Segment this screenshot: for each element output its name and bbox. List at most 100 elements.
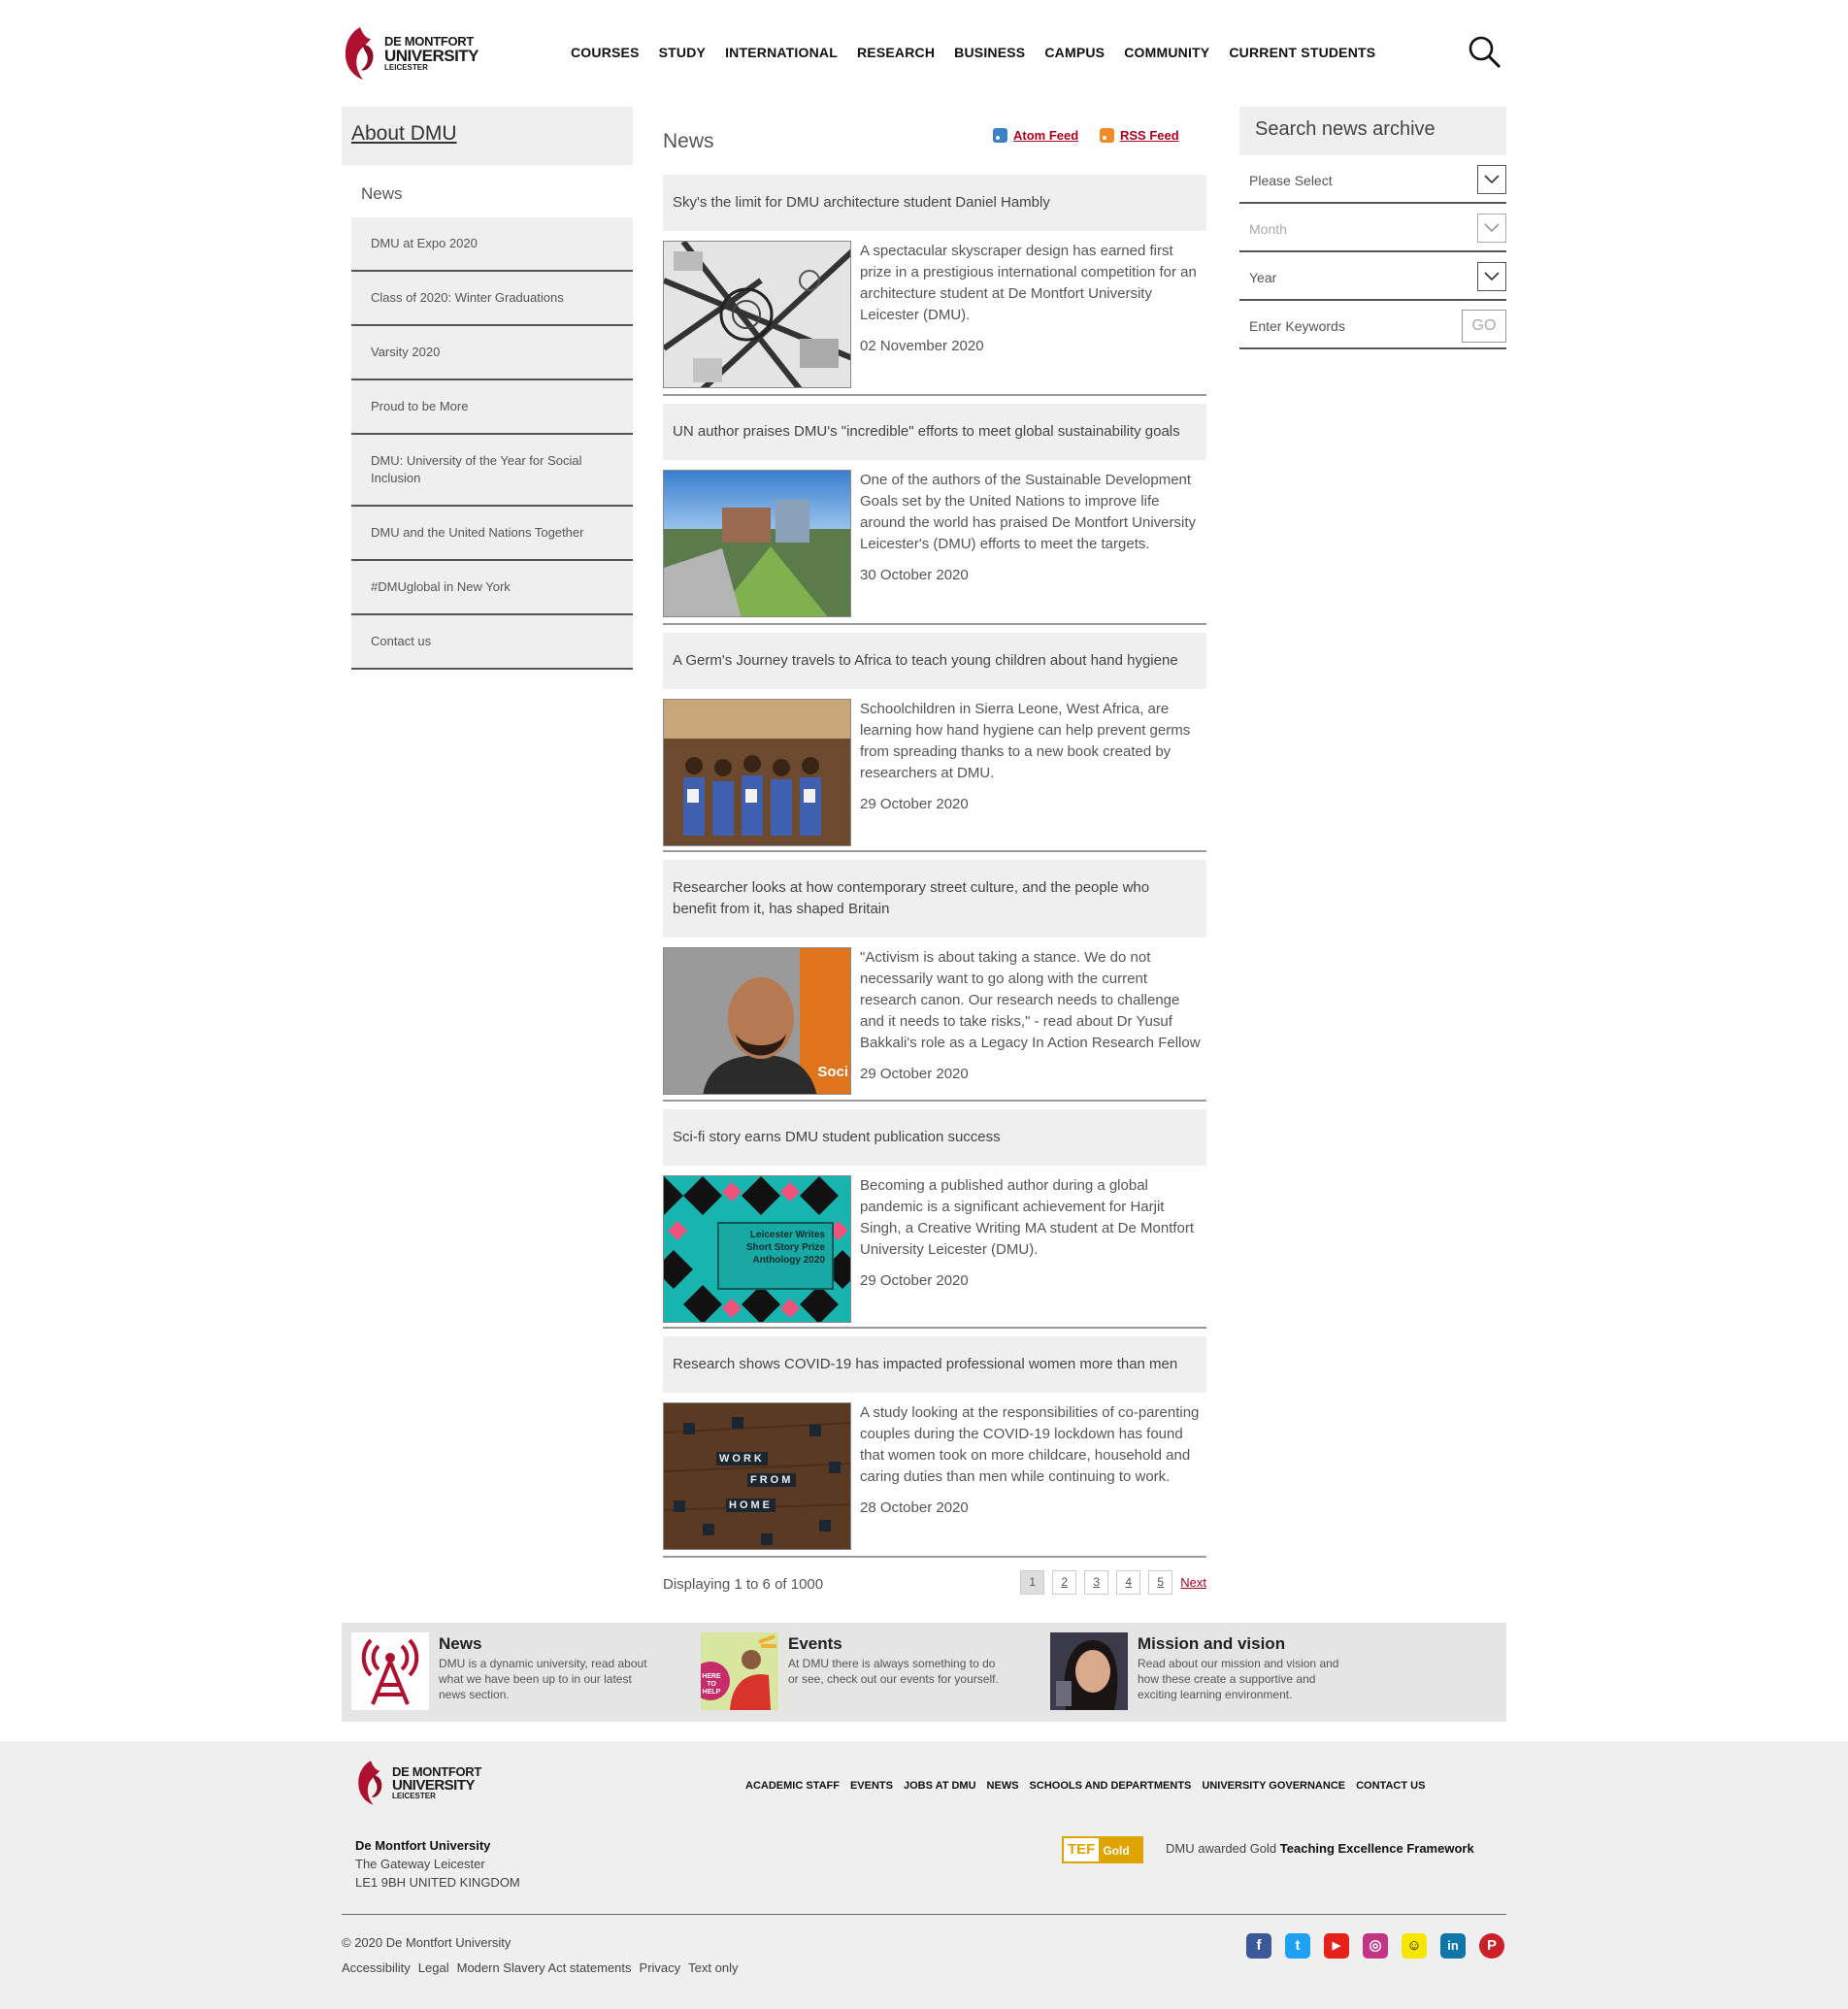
chevron-down-icon[interactable] <box>1477 214 1506 243</box>
news-article: Researcher looks at how contemporary str… <box>663 860 1206 1102</box>
chevron-down-icon[interactable] <box>1477 262 1506 291</box>
sidebar-item-social-inclusion[interactable]: DMU: University of the Year for Social I… <box>351 435 633 507</box>
footer-link-contact[interactable]: CONTACT US <box>1356 1780 1425 1792</box>
promo-mission[interactable]: Mission and vision Read about our missio… <box>1050 1632 1353 1710</box>
sidebar-item-graduations[interactable]: Class of 2020: Winter Graduations <box>351 272 633 326</box>
sidebar-item-varsity[interactable]: Varsity 2020 <box>351 326 633 380</box>
tef-badge-label: TEF <box>1068 1841 1096 1858</box>
article-image-skyscraper-plan[interactable] <box>663 241 851 388</box>
article-date: 02 November 2020 <box>860 338 984 354</box>
site-footer: DE MONTFORT UNIVERSITY LEICESTER ACADEMI… <box>0 1741 1848 2009</box>
footer-link-text-only[interactable]: Text only <box>688 1960 738 1975</box>
promo-events[interactable]: HERE TO HELP Events At DMU there is alwa… <box>701 1632 1004 1710</box>
promo-news[interactable]: News DMU is a dynamic university, read a… <box>351 1632 654 1710</box>
atom-feed-link[interactable]: Atom Feed <box>993 128 1078 143</box>
article-image-portrait[interactable]: Soci <box>663 947 851 1095</box>
promo-mission-desc: Read about our mission and vision and ho… <box>1138 1657 1339 1701</box>
promo-news-desc: DMU is a dynamic university, read about … <box>439 1657 647 1701</box>
page-1[interactable]: 1 <box>1020 1570 1045 1595</box>
article-image-schoolchildren[interactable] <box>663 699 851 846</box>
footer-link-schools[interactable]: SCHOOLS AND DEPARTMENTS <box>1030 1780 1192 1792</box>
sidebar-item-new-york[interactable]: #DMUglobal in New York <box>351 561 633 615</box>
category-select[interactable]: Please Select <box>1239 155 1506 204</box>
article-headline[interactable]: Research shows COVID-19 has impacted pro… <box>663 1336 1206 1393</box>
sidebar-item-united-nations[interactable]: DMU and the United Nations Together <box>351 507 633 561</box>
article-headline[interactable]: Researcher looks at how contemporary str… <box>663 860 1206 938</box>
tef-gold-badge[interactable]: TEF Gold <box>1062 1836 1143 1863</box>
article-image-anthology-cover[interactable]: Leicester Writes Short Story Prize Antho… <box>663 1175 851 1323</box>
footer-divider <box>342 1914 1506 1915</box>
atom-feed-icon <box>993 128 1007 143</box>
article-date: 29 October 2020 <box>860 796 969 812</box>
promo-news-title: News <box>439 1634 482 1653</box>
footer-link-accessibility[interactable]: Accessibility <box>342 1960 411 1975</box>
footer-legal-links: Accessibility Legal Modern Slavery Act s… <box>342 1960 745 1975</box>
facebook-icon[interactable]: f <box>1246 1933 1271 1959</box>
sidebar-item-proud[interactable]: Proud to be More <box>351 380 633 435</box>
portrait-overlay-text: Soci <box>817 1064 848 1080</box>
rss-feed-label: RSS Feed <box>1120 128 1179 143</box>
linkedin-icon[interactable]: in <box>1440 1933 1466 1959</box>
next-page-link[interactable]: Next <box>1180 1570 1206 1595</box>
article-headline[interactable]: UN author praises DMU's "incredible" eff… <box>663 404 1206 460</box>
article-summary: A study looking at the responsibilities … <box>860 1404 1200 1485</box>
article-date: 28 October 2020 <box>860 1499 969 1516</box>
article-headline[interactable]: Sky's the limit for DMU architecture stu… <box>663 175 1206 231</box>
about-dmu-box: About DMU <box>342 107 633 165</box>
page-4[interactable]: 4 <box>1116 1570 1141 1595</box>
about-dmu-link[interactable]: About DMU <box>351 122 457 145</box>
article-headline[interactable]: A Germ's Journey travels to Africa to te… <box>663 633 1206 689</box>
go-button[interactable]: GO <box>1462 310 1506 343</box>
main-content: About DMU News DMU at Expo 2020 Class of… <box>342 0 1506 1611</box>
footer-link-events[interactable]: EVENTS <box>850 1780 893 1792</box>
footer-link-legal[interactable]: Legal <box>418 1960 449 1975</box>
copyright: © 2020 De Montfort University <box>342 1935 512 1950</box>
sidebar-item-contact[interactable]: Contact us <box>351 615 633 670</box>
category-select-value: Please Select <box>1249 173 1333 188</box>
instagram-icon[interactable]: ◎ <box>1363 1933 1388 1959</box>
footer-logo[interactable]: DE MONTFORT UNIVERSITY LEICESTER <box>355 1759 481 1807</box>
keywords-field[interactable]: Enter Keywords GO <box>1239 301 1506 349</box>
tef-statement-bold: Teaching Excellence Framework <box>1279 1841 1474 1856</box>
promo-events-image-text: HERE TO HELP <box>702 1673 721 1696</box>
month-select[interactable]: Month <box>1239 204 1506 252</box>
footer-link-news[interactable]: NEWS <box>987 1780 1019 1792</box>
news-header: News Atom Feed RSS Feed <box>663 107 1206 175</box>
article-headline[interactable]: Sci-fi story earns DMU student publicati… <box>663 1109 1206 1166</box>
footer-link-privacy[interactable]: Privacy <box>640 1960 681 1975</box>
pagination-summary: Displaying 1 to 6 of 1000 <box>663 1576 824 1593</box>
archive-search-title: Search news archive <box>1239 107 1506 155</box>
footer-link-academic-staff[interactable]: ACADEMIC STAFF <box>745 1780 840 1792</box>
promo-mission-title: Mission and vision <box>1138 1634 1286 1653</box>
sidebar-item-expo[interactable]: DMU at Expo 2020 <box>351 217 633 272</box>
footer-logo-line2: UNIVERSITY <box>392 1777 476 1794</box>
article-image-campus-aerial[interactable] <box>663 470 851 617</box>
news-article: UN author praises DMU's "incredible" eff… <box>663 404 1206 625</box>
page-3[interactable]: 3 <box>1084 1570 1109 1595</box>
article-summary: Schoolchildren in Sierra Leone, West Afr… <box>860 701 1191 781</box>
social-links: f t ▶ ◎ ☺ in P <box>1246 1933 1504 1959</box>
address-line1: The Gateway Leicester <box>355 1857 485 1871</box>
pinterest-icon[interactable]: P <box>1479 1933 1504 1959</box>
page-5[interactable]: 5 <box>1148 1570 1173 1595</box>
footer-address: De Montfort University The Gateway Leice… <box>355 1836 520 1892</box>
footer-link-governance[interactable]: UNIVERSITY GOVERNANCE <box>1202 1780 1345 1792</box>
snapchat-icon[interactable]: ☺ <box>1402 1933 1427 1959</box>
chevron-down-icon[interactable] <box>1477 165 1506 194</box>
wfh-word-1: WORK <box>716 1452 768 1466</box>
article-date: 30 October 2020 <box>860 567 969 583</box>
footer-link-jobs[interactable]: JOBS AT DMU <box>904 1780 976 1792</box>
youtube-icon[interactable]: ▶ <box>1324 1933 1349 1959</box>
article-image-work-from-home[interactable]: WORK FROM HOME <box>663 1402 851 1550</box>
rss-feed-link[interactable]: RSS Feed <box>1100 128 1179 143</box>
year-select[interactable]: Year <box>1239 252 1506 301</box>
wfh-word-3: HOME <box>726 1499 776 1512</box>
sidebar-section-news[interactable]: News <box>342 165 633 217</box>
news-article: A Germ's Journey travels to Africa to te… <box>663 633 1206 852</box>
keywords-placeholder: Enter Keywords <box>1249 318 1345 334</box>
footer-link-modern-slavery[interactable]: Modern Slavery Act statements <box>457 1960 632 1975</box>
article-date: 29 October 2020 <box>860 1066 969 1082</box>
page-2[interactable]: 2 <box>1052 1570 1077 1595</box>
twitter-icon[interactable]: t <box>1285 1933 1310 1959</box>
news-article: Sci-fi story earns DMU student publicati… <box>663 1109 1206 1329</box>
